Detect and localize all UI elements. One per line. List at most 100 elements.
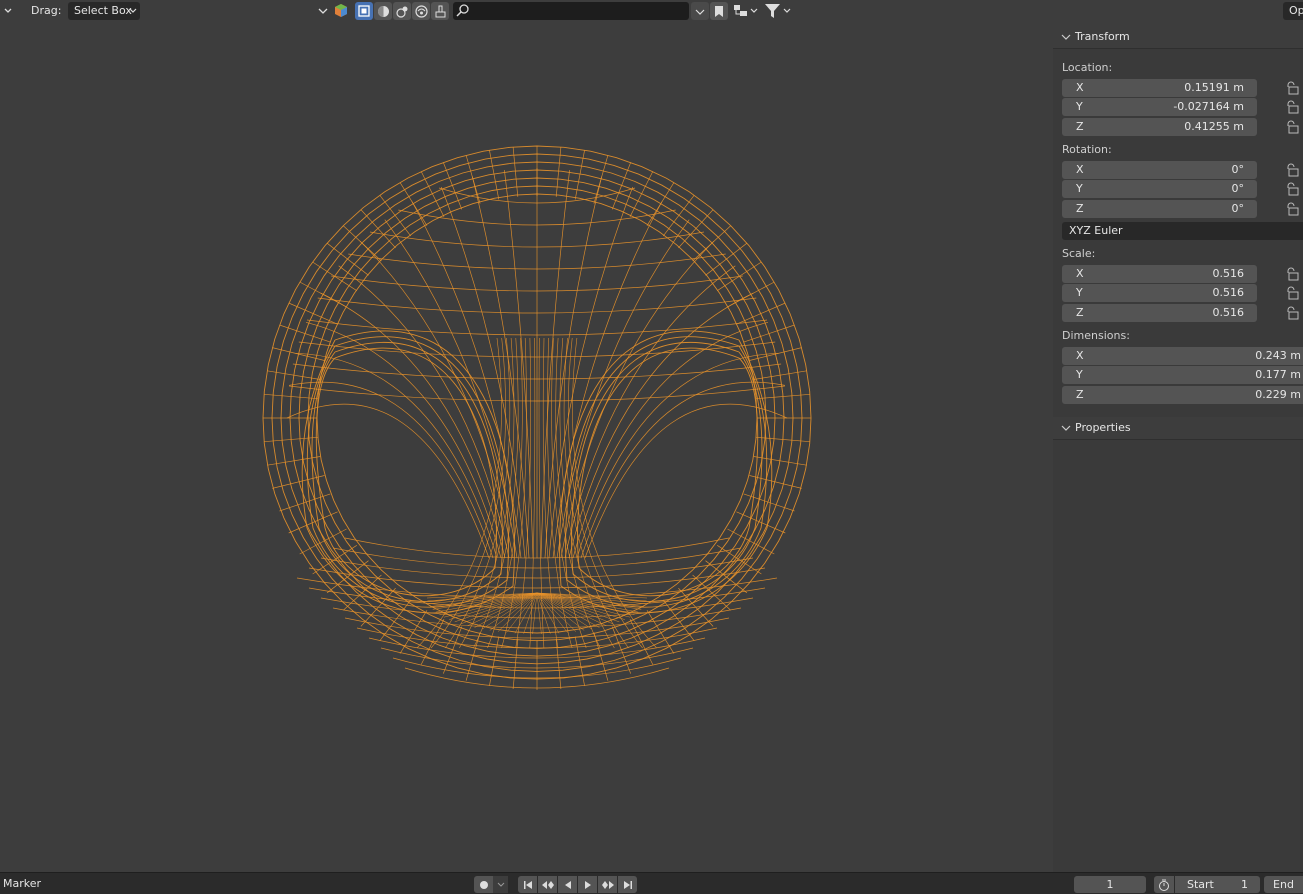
hierarchy-icon	[734, 5, 758, 16]
rotation-label: Rotation:	[1062, 143, 1112, 156]
display-mode-dropdown[interactable]	[732, 2, 760, 20]
lock-icon[interactable]	[1285, 182, 1299, 196]
axis-label: Y	[1076, 368, 1083, 381]
field-value: 0.229 m	[1255, 388, 1301, 401]
overlay-button[interactable]	[431, 2, 449, 20]
start-frame-field[interactable]: Start 1	[1175, 876, 1260, 893]
lock-icon[interactable]	[1285, 286, 1299, 300]
location-x-field[interactable]: X 0.15191 m	[1062, 79, 1257, 97]
preview-range-toggle[interactable]	[1154, 876, 1174, 893]
record-options-dropdown[interactable]	[493, 876, 508, 893]
chevron-down-icon	[1061, 425, 1071, 431]
chevron-down-icon	[4, 8, 12, 13]
filter-dropdown-button[interactable]	[691, 2, 709, 20]
rotation-z-field[interactable]: Z 0°	[1062, 200, 1257, 218]
current-frame-field[interactable]: 1	[1074, 876, 1146, 893]
wireframe-shading-button[interactable]	[355, 2, 373, 20]
chevron-down-icon	[497, 882, 504, 887]
stopwatch-icon	[1159, 879, 1169, 891]
render-shading-button[interactable]	[412, 2, 430, 20]
jump-start-button[interactable]	[518, 876, 537, 893]
end-frame-field[interactable]: End	[1264, 876, 1303, 893]
next-keyframe-button[interactable]	[598, 876, 617, 893]
search-field[interactable]	[453, 2, 689, 20]
mode-dropdown[interactable]	[3, 2, 17, 20]
axis-label: X	[1076, 267, 1084, 280]
properties-title: Properties	[1075, 421, 1131, 434]
keyframe-record-button[interactable]	[474, 876, 493, 893]
axis-label: Y	[1076, 286, 1083, 299]
filter-icon	[765, 4, 791, 18]
object-type-icon	[335, 4, 347, 17]
rotation-mode-dropdown[interactable]: XYZ Euler	[1062, 222, 1303, 240]
location-y-field[interactable]: Y -0.027164 m	[1062, 98, 1257, 116]
timeline-header: Marker 1 Start 1 End	[0, 872, 1303, 894]
rotation-mode-value: XYZ Euler	[1069, 224, 1123, 237]
options-button[interactable]: Op	[1283, 2, 1303, 20]
dimensions-z-field[interactable]: Z 0.229 m	[1062, 386, 1303, 404]
field-value: 0.41255 m	[1184, 120, 1244, 133]
solid-shading-button[interactable]	[374, 2, 392, 20]
3d-viewport[interactable]	[0, 22, 1053, 872]
lock-icon[interactable]	[1285, 120, 1299, 134]
scale-z-field[interactable]: Z 0.516	[1062, 304, 1257, 322]
axis-label: X	[1076, 163, 1084, 176]
lock-icon[interactable]	[1285, 100, 1299, 114]
lock-icon[interactable]	[1285, 81, 1299, 95]
lock-icon[interactable]	[1285, 202, 1299, 216]
transform-title: Transform	[1075, 30, 1130, 43]
bookmark-button[interactable]	[710, 2, 728, 20]
lock-icon[interactable]	[1285, 306, 1299, 320]
field-value: 0.15191 m	[1184, 81, 1244, 94]
field-value: 0.516	[1212, 267, 1245, 280]
jump-to-start-icon	[523, 880, 532, 889]
material-shading-button[interactable]	[393, 2, 411, 20]
prev-keyframe-icon	[541, 880, 554, 889]
object-type-dropdown[interactable]	[318, 2, 330, 20]
filter-popover-button[interactable]	[763, 2, 793, 20]
axis-label: X	[1076, 81, 1084, 94]
play-reverse-icon	[564, 880, 571, 889]
dimensions-x-field[interactable]: X 0.243 m	[1062, 347, 1303, 365]
rotation-y-field[interactable]: Y 0°	[1062, 180, 1257, 198]
drag-select-dropdown[interactable]: Select Box	[68, 2, 140, 20]
scale-y-field[interactable]: Y 0.516	[1062, 284, 1257, 302]
axis-label: Z	[1076, 202, 1084, 215]
wireframe-mesh[interactable]	[0, 22, 1053, 872]
scale-x-field[interactable]: X 0.516	[1062, 265, 1257, 283]
play-reverse-button[interactable]	[558, 876, 577, 893]
field-value: 0°	[1231, 163, 1245, 176]
field-value: 0.516	[1212, 306, 1245, 319]
axis-label: Z	[1076, 388, 1084, 401]
marker-menu[interactable]: Marker	[3, 877, 41, 890]
axis-label: Y	[1076, 100, 1083, 113]
drag-value: Select Box	[74, 4, 132, 17]
play-button[interactable]	[578, 876, 597, 893]
play-icon	[584, 880, 591, 889]
properties-panel-header[interactable]: Properties	[1053, 417, 1303, 440]
jump-end-button[interactable]	[618, 876, 637, 893]
prev-keyframe-button[interactable]	[538, 876, 557, 893]
object-type-visibility[interactable]	[333, 2, 349, 20]
chevron-down-icon	[129, 8, 137, 13]
lock-icon[interactable]	[1285, 163, 1299, 177]
location-label: Location:	[1062, 61, 1113, 74]
wireframe-icon	[358, 5, 370, 17]
chevron-down-icon	[695, 9, 705, 15]
transform-panel-header[interactable]: Transform	[1053, 26, 1303, 49]
material-shading-icon	[395, 6, 407, 18]
location-z-field[interactable]: Z 0.41255 m	[1062, 118, 1257, 136]
dimensions-y-field[interactable]: Y 0.177 m	[1062, 366, 1303, 384]
axis-label: Z	[1076, 120, 1084, 133]
viewport-header: Drag: Select Box Op	[0, 0, 1303, 22]
scale-label: Scale:	[1062, 247, 1096, 260]
axis-label: Y	[1076, 182, 1083, 195]
start-value: 1	[1241, 878, 1248, 891]
field-value: -0.027164 m	[1173, 100, 1244, 113]
paint-icon	[435, 5, 445, 17]
lock-icon[interactable]	[1285, 267, 1299, 281]
rotation-x-field[interactable]: X 0°	[1062, 161, 1257, 179]
field-value: 0.177 m	[1255, 368, 1301, 381]
drag-label: Drag:	[31, 4, 62, 17]
field-value: 0°	[1231, 202, 1245, 215]
